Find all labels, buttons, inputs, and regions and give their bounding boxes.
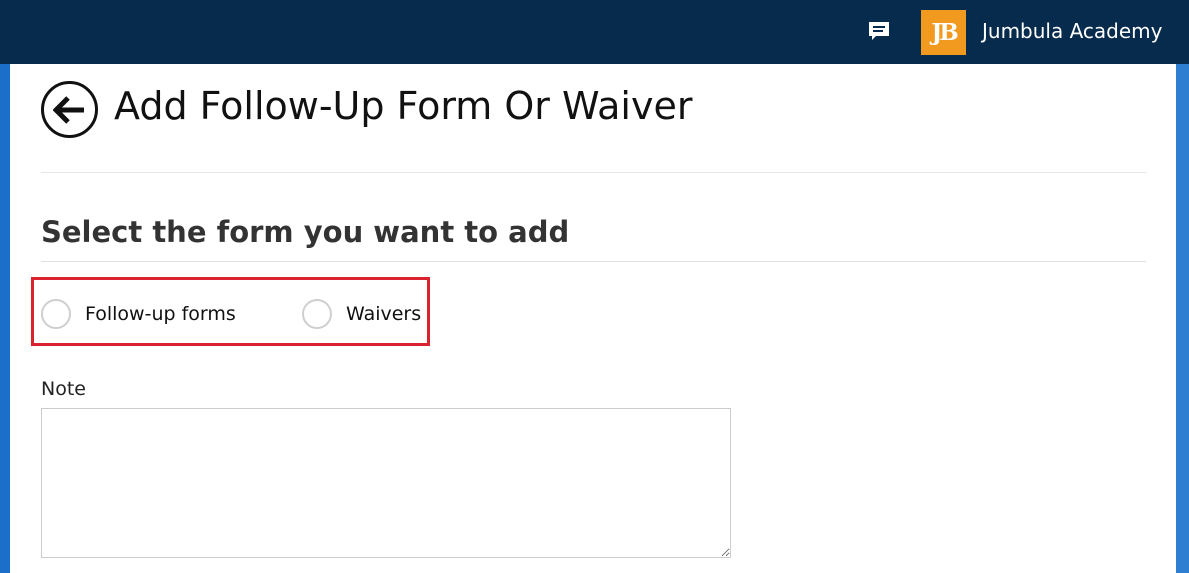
radio-button-follow-up-forms[interactable] <box>41 299 71 329</box>
radio-label-waivers: Waivers <box>346 303 422 325</box>
note-label: Note <box>41 378 86 400</box>
radio-waivers[interactable]: Waivers <box>302 299 421 329</box>
logo-text: JB <box>931 19 958 46</box>
brand-logo[interactable]: JB <box>921 10 966 55</box>
chat-bubble-icon[interactable] <box>866 19 892 43</box>
top-navigation-bar: JB Jumbula Academy <box>0 0 1189 64</box>
arrow-left-circle-icon <box>52 95 84 124</box>
page-title: Add Follow-Up Form Or Waiver <box>114 84 693 128</box>
account-name-link[interactable]: Jumbula Academy <box>982 17 1163 45</box>
section-divider <box>41 261 1146 262</box>
radio-label-follow-up-forms: Follow-up forms <box>85 303 236 325</box>
radio-follow-up-forms[interactable]: Follow-up forms <box>41 299 236 329</box>
note-textarea[interactable] <box>41 408 731 558</box>
section-heading: Select the form you want to add <box>41 215 570 249</box>
title-divider <box>41 172 1146 173</box>
form-type-radio-group: Follow-up forms Waivers <box>31 277 430 346</box>
page-frame-edge <box>1175 64 1189 573</box>
back-button[interactable] <box>41 81 98 138</box>
radio-button-waivers[interactable] <box>302 299 332 329</box>
